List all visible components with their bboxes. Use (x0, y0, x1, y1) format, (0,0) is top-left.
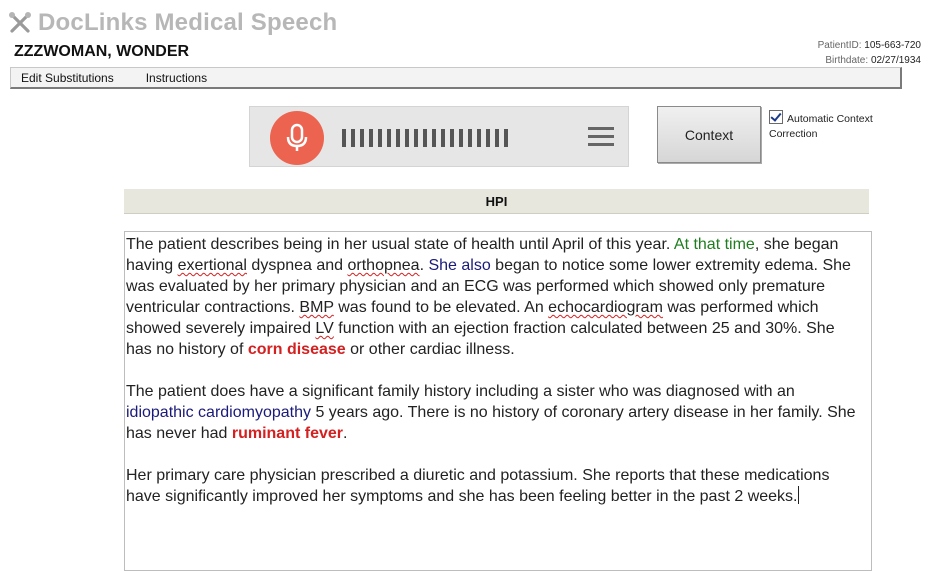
level-bar (423, 129, 427, 147)
birthdate-value: 02/27/1934 (870, 55, 921, 66)
flagged-error-term[interactable]: corn disease (248, 341, 346, 358)
recognized-term[interactable]: She also (428, 257, 490, 274)
patient-id-label: PatientID: (817, 40, 862, 51)
menu-edit-substitutions[interactable]: Edit Substitutions (11, 71, 124, 85)
auto-context-option: Automatic Context Correction (769, 110, 894, 142)
level-bar (495, 129, 499, 147)
note-paragraph: Her primary care physician prescribed a … (126, 465, 863, 507)
patient-id-row: PatientID: 105-663-720 (818, 38, 921, 53)
patient-meta: PatientID: 105-663-720 Birthdate: 02/27/… (818, 38, 921, 68)
spelling-flag[interactable]: exertional (178, 257, 247, 274)
level-bar (405, 129, 409, 147)
section-header: HPI (124, 189, 869, 214)
text-cursor (798, 486, 800, 504)
birthdate-label: Birthdate: (825, 55, 869, 66)
patient-name: ZZZWOMAN, WONDER (14, 43, 190, 60)
level-bar (468, 129, 472, 147)
note-text: Her primary care physician prescribed a … (126, 467, 830, 505)
menu-bar: Edit Substitutions Instructions (10, 67, 902, 89)
crossed-tools-icon (9, 12, 31, 33)
level-bar (360, 129, 364, 147)
level-bar (432, 129, 436, 147)
note-text: . (343, 425, 348, 442)
auto-context-checkbox[interactable] (769, 110, 783, 124)
level-bar (450, 129, 454, 147)
auto-context-label: Automatic Context Correction (769, 113, 873, 140)
dictation-panel (249, 106, 629, 167)
level-bar (477, 129, 481, 147)
level-bar (504, 129, 508, 147)
spelling-flag[interactable]: LV (315, 320, 333, 337)
microphone-icon (286, 123, 308, 151)
hamburger-menu-icon[interactable] (588, 127, 614, 147)
note-text: The patient describes being in her usual… (126, 236, 674, 253)
level-bar (378, 129, 382, 147)
context-button[interactable]: Context (657, 106, 761, 163)
microphone-button[interactable] (270, 111, 324, 165)
level-bar (486, 129, 490, 147)
spelling-flag[interactable]: BMP (299, 299, 333, 316)
menu-instructions[interactable]: Instructions (136, 71, 217, 85)
patient-id-value: 105-663-720 (864, 40, 921, 51)
level-bar (414, 129, 418, 147)
note-text: was found to be elevated. An (333, 299, 549, 316)
note-text: dyspnea and (246, 257, 348, 274)
note-paragraph: The patient does have a significant fami… (126, 381, 863, 444)
note-text: or other cardiac illness. (345, 341, 515, 358)
level-bar (459, 129, 463, 147)
spelling-flag[interactable]: orthopnea (348, 257, 420, 274)
flagged-error-term[interactable]: ruminant fever (232, 425, 343, 442)
audio-level-meter (342, 129, 508, 147)
note-text: The patient does have a significant fami… (126, 383, 795, 400)
app-title: DocLinks Medical Speech (38, 9, 338, 36)
level-bar (369, 129, 373, 147)
note-paragraph: The patient describes being in her usual… (126, 234, 863, 360)
level-bar (351, 129, 355, 147)
spelling-flag[interactable]: echocardiogram (548, 299, 663, 316)
context-phrase[interactable]: At that time (674, 236, 755, 253)
note-text-area[interactable]: The patient describes being in her usual… (124, 231, 872, 571)
level-bar (396, 129, 400, 147)
birthdate-row: Birthdate: 02/27/1934 (818, 53, 921, 68)
level-bar (441, 129, 445, 147)
app-logo: DocLinks Medical Speech (8, 9, 338, 36)
recognized-term[interactable]: idiopathic cardiomyopathy (126, 404, 311, 421)
level-bar (387, 129, 391, 147)
level-bar (342, 129, 346, 147)
